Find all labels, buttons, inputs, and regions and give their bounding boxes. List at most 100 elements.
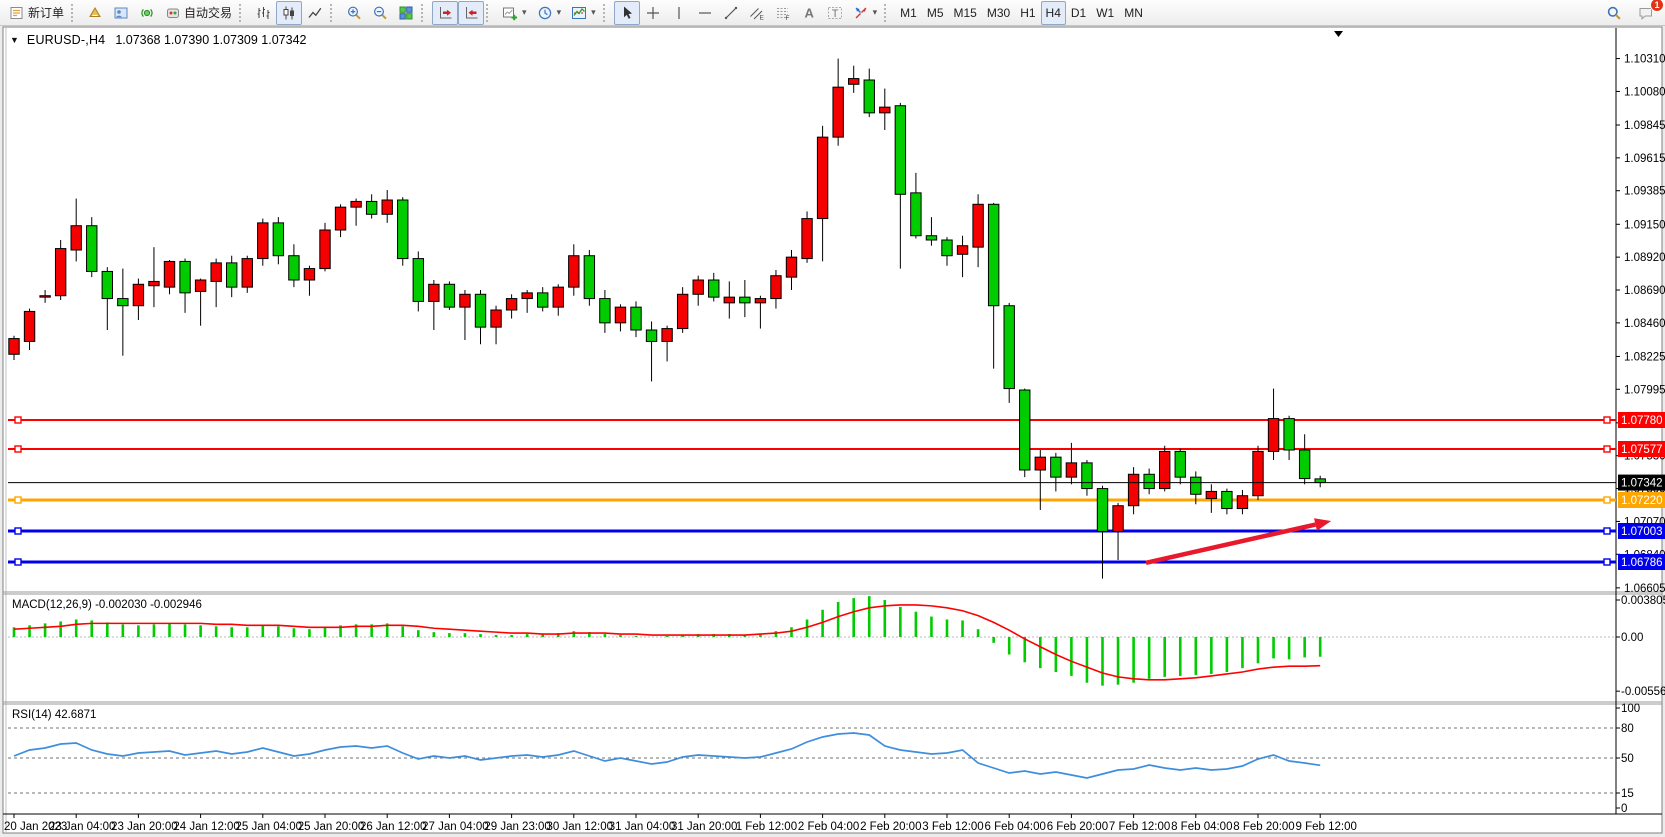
tile-windows-button[interactable] (393, 1, 419, 25)
line-chart-button[interactable] (302, 1, 328, 25)
line-anchor-left[interactable] (15, 417, 21, 423)
chart-ohlc-values: 1.07368 1.07390 1.07309 1.07342 (115, 33, 306, 47)
time-tick-label: 3 Feb 12:00 (922, 821, 983, 833)
time-tick-label: 29 Jan 23:00 (484, 821, 551, 833)
line-anchor-right[interactable] (1604, 497, 1610, 503)
candle-body (413, 259, 423, 302)
timeframe-m5[interactable]: M5 (922, 1, 949, 25)
line-anchor-left[interactable] (15, 559, 21, 565)
clock-icon (537, 5, 553, 21)
search-icon (1606, 5, 1622, 21)
new-chart-button[interactable]: ▾ (497, 1, 532, 25)
timeframe-h4[interactable]: H4 (1041, 1, 1066, 25)
cursor-icon (619, 5, 635, 21)
one-click-trading-toggle[interactable]: ▼ (10, 35, 19, 45)
line-chart-icon (307, 5, 323, 21)
chart-canvas[interactable]: 1.103101.100801.098451.096151.093851.091… (0, 26, 1665, 837)
timeframe-w1[interactable]: W1 (1091, 1, 1119, 25)
candle-body (460, 294, 470, 307)
navigator-button[interactable] (108, 1, 134, 25)
text-label-button[interactable]: T (822, 1, 848, 25)
crosshair-icon (645, 5, 661, 21)
arrows-button[interactable]: ▾ (848, 1, 883, 25)
chevron-down-icon: ▾ (591, 7, 596, 18)
chart-window[interactable]: ▼ EURUSD-,H4 1.07368 1.07390 1.07309 1.0… (0, 26, 1665, 837)
candlestick-button[interactable] (276, 1, 302, 25)
candle-body (1035, 457, 1045, 470)
candle-body (40, 296, 50, 297)
zoom-in-button[interactable] (341, 1, 367, 25)
svg-text:1.07220: 1.07220 (1621, 495, 1663, 507)
zoom-out-button[interactable] (367, 1, 393, 25)
candle-body (1004, 306, 1014, 389)
candle-body (926, 236, 936, 240)
bar-chart-button[interactable] (250, 1, 276, 25)
line-anchor-right[interactable] (1604, 528, 1610, 534)
timeframe-h1[interactable]: H1 (1015, 1, 1040, 25)
candle-body (957, 246, 967, 255)
svg-text:T: T (831, 8, 838, 20)
profiles-button[interactable]: ▾ (532, 1, 567, 25)
chart-shift-button[interactable] (458, 1, 484, 25)
candle-body (771, 276, 781, 299)
candle-body (133, 284, 143, 305)
line-anchor-left[interactable] (15, 528, 21, 534)
price-tag-1.07577: 1.07577 (1618, 441, 1665, 457)
cursor-button[interactable] (614, 1, 640, 25)
timeframe-m15[interactable]: M15 (949, 1, 982, 25)
candle-body (786, 257, 796, 277)
chat-button[interactable]: 1 (1633, 1, 1659, 25)
line-anchor-right[interactable] (1604, 559, 1610, 565)
time-tick-label: 23 Jan 20:00 (111, 821, 178, 833)
timeframe-m30[interactable]: M30 (982, 1, 1015, 25)
candle-body (817, 137, 827, 218)
time-tick-label: 8 Feb 20:00 (1233, 821, 1294, 833)
candle-body (180, 261, 190, 292)
toolbar-separator (421, 4, 430, 22)
candle-body (973, 204, 983, 247)
candle-body (553, 287, 563, 307)
candle-body (677, 294, 687, 328)
new-order-button[interactable]: 新订单 (4, 1, 69, 25)
candle-body (351, 201, 361, 207)
market-watch-button[interactable] (82, 1, 108, 25)
text-button[interactable]: A (796, 1, 822, 25)
candle-body (522, 293, 532, 299)
candle-body (320, 230, 330, 269)
candle-body (880, 107, 890, 113)
indicators-button[interactable]: ▾ (566, 1, 601, 25)
candle-body (693, 280, 703, 294)
timeframe-d1[interactable]: D1 (1066, 1, 1091, 25)
toolbar-group-scroll (432, 1, 484, 25)
chevron-down-icon: ▾ (557, 7, 562, 18)
svg-text:1.06786: 1.06786 (1621, 557, 1663, 569)
candle-body (366, 201, 376, 214)
notification-badge: 1 (1650, 0, 1664, 12)
time-tick-label: 24 Jan 12:00 (173, 821, 240, 833)
signals-button[interactable] (134, 1, 160, 25)
timeframe-m1[interactable]: M1 (895, 1, 922, 25)
toolbar-separator (71, 4, 80, 22)
auto-scroll-button[interactable] (432, 1, 458, 25)
line-anchor-left[interactable] (15, 497, 21, 503)
crosshair-button[interactable] (640, 1, 666, 25)
macd-tick-label: 0.003805 (1621, 595, 1665, 607)
toolbar-separator (330, 4, 339, 22)
horizontal-line-button[interactable] (692, 1, 718, 25)
chevron-down-icon: ▾ (522, 7, 527, 18)
candle-body (475, 294, 485, 327)
time-tick-label: 31 Jan 04:00 (609, 821, 676, 833)
search-button[interactable] (1601, 1, 1627, 25)
time-tick-label: 23 Jan 04:00 (49, 821, 116, 833)
timeframe-mn[interactable]: MN (1119, 1, 1148, 25)
vertical-line-button[interactable] (666, 1, 692, 25)
line-anchor-right[interactable] (1604, 417, 1610, 423)
trendline-button[interactable] (718, 1, 744, 25)
channel-button[interactable]: E (744, 1, 770, 25)
time-tick-label: 25 Jan 20:00 (298, 821, 365, 833)
fibonacci-button[interactable]: F (770, 1, 796, 25)
candle-body (740, 297, 750, 303)
line-anchor-right[interactable] (1604, 446, 1610, 452)
auto-trading-button[interactable]: 自动交易 (160, 1, 237, 25)
line-anchor-left[interactable] (15, 446, 21, 452)
